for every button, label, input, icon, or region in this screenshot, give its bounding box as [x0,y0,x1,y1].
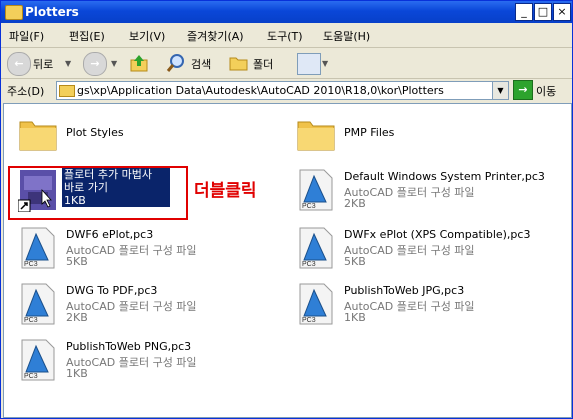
item-size: 1KB [344,311,366,324]
forward-button[interactable]: → [83,52,107,76]
pc3-label: PC3 [24,317,38,324]
pc3-label: PC3 [24,373,38,380]
item-size: 2KB [66,311,88,324]
minimize-button[interactable]: _ [515,3,533,21]
menu-view[interactable]: 보기(V) [129,28,165,44]
go-label[interactable]: 이동 [536,83,556,99]
item-name-line2: 바로 가기 [64,181,108,194]
pc3-label: PC3 [302,317,316,324]
annotation-double-click: 더블클릭 [194,181,257,201]
folder-icon [5,5,23,20]
views-icon[interactable] [297,53,321,75]
item-name: PublishToWeb JPG,pc3 [344,284,465,297]
toolbar: ← 뒤로 ▼ → ▼ 검색 폴더 ▼ [1,48,572,79]
pc3-file-icon: PC3 [299,227,333,269]
list-item[interactable]: PC3 PublishToWeb PNG,pc3 AutoCAD 플로터 구성 … [10,336,270,388]
pc3-label: PC3 [302,203,316,210]
back-dropdown-icon[interactable]: ▼ [65,59,71,68]
item-size: 1KB [64,194,86,207]
window-title: Plotters [25,5,79,19]
search-icon[interactable] [166,53,186,73]
menu-tools[interactable]: 도구(T) [267,28,303,44]
pc3-file-icon: PC3 [21,227,55,269]
folder-icon [59,85,75,97]
list-item[interactable]: PC3 DWG To PDF,pc3 AutoCAD 플로터 구성 파일 2KB [10,280,270,332]
list-item[interactable]: PC3 DWFx ePlot (XPS Compatible),pc3 Auto… [288,224,548,276]
selected-item-label: 플로터 추가 마법사 바로 가기 1KB [62,168,170,207]
list-item[interactable]: PC3 DWF6 ePlot,pc3 AutoCAD 플로터 구성 파일 5KB [10,224,270,276]
up-folder-icon[interactable] [129,53,151,73]
item-name: DWF6 ePlot,pc3 [66,228,154,241]
forward-dropdown-icon[interactable]: ▼ [111,59,117,68]
explorer-window: Plotters _ □ × 파일(F) 편집(E) 보기(V) 즐겨찾기(A)… [0,0,573,419]
address-bar: 주소(D) gs\xp\Application Data\Autodesk\Au… [1,79,572,101]
address-input[interactable]: gs\xp\Application Data\Autodesk\AutoCAD … [56,81,503,100]
title-bar[interactable]: Plotters _ □ × [1,1,572,23]
back-label: 뒤로 [33,58,54,71]
list-item[interactable]: PMP Files [288,110,548,162]
menu-file[interactable]: 파일(F) [9,28,44,44]
pc3-label: PC3 [302,261,316,268]
views-dropdown-icon[interactable]: ▼ [322,59,328,68]
pc3-file-icon: PC3 [299,169,333,211]
menu-edit[interactable]: 편집(E) [69,28,105,44]
menu-favorites[interactable]: 즐겨찾기(A) [187,28,244,44]
item-name: DWFx ePlot (XPS Compatible),pc3 [344,228,531,241]
address-value: gs\xp\Application Data\Autodesk\AutoCAD … [77,84,444,97]
item-size: 1KB [66,367,88,380]
item-name: PMP Files [344,126,395,139]
folder-icon [19,121,57,151]
menu-help[interactable]: 도움말(H) [323,28,370,44]
go-arrow-icon[interactable]: → [513,80,533,100]
item-name: DWG To PDF,pc3 [66,284,158,297]
list-item[interactable]: Plot Styles [10,110,270,162]
item-size: 5KB [66,255,88,268]
pc3-file-icon: PC3 [299,283,333,325]
list-item[interactable]: PC3 Default Windows System Printer,pc3 A… [288,166,548,218]
back-button[interactable]: ← [7,52,31,76]
folders-icon[interactable] [229,54,249,72]
address-dropdown-icon[interactable]: ▼ [492,81,509,100]
menu-bar: 파일(F) 편집(E) 보기(V) 즐겨찾기(A) 도구(T) 도움말(H) [1,23,572,65]
item-size: 5KB [344,255,366,268]
search-label[interactable]: 검색 [191,56,211,72]
pc3-file-icon: PC3 [21,283,55,325]
folders-label[interactable]: 폴더 [253,56,273,72]
pc3-label: PC3 [24,261,38,268]
item-name: 플로터 추가 마법사 [64,168,152,181]
pc3-file-icon: PC3 [21,339,55,381]
item-name: Plot Styles [66,126,124,139]
list-item[interactable]: PC3 PublishToWeb JPG,pc3 AutoCAD 플로터 구성 … [288,280,548,332]
add-plotter-wizard-icon [18,170,56,212]
close-button[interactable]: × [553,3,571,21]
folder-icon [297,121,335,151]
item-size: 2KB [344,197,366,210]
maximize-button[interactable]: □ [534,3,552,21]
item-name: PublishToWeb PNG,pc3 [66,340,192,353]
item-name: Default Windows System Printer,pc3 [344,170,545,183]
file-list: Plot Styles PMP Files 플로터 추가 마법사 바로 가기 1… [3,103,572,418]
address-label: 주소(D) [7,85,45,98]
